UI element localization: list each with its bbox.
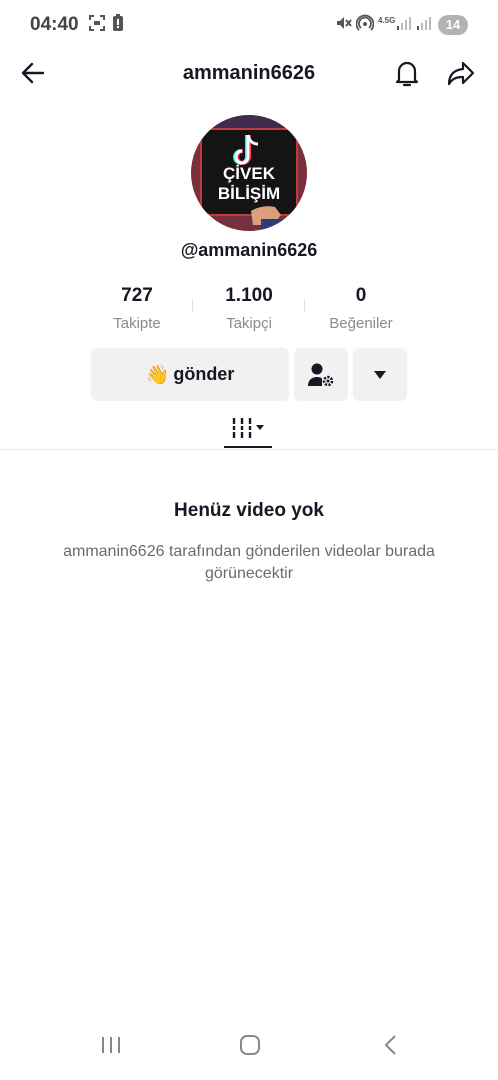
waving-hand-icon: 👋 xyxy=(145,364,170,386)
user-settings-icon xyxy=(308,363,334,386)
avatar[interactable]: ÇİVEK BİLİŞİM xyxy=(191,115,307,231)
battery-level: 14 xyxy=(438,15,468,35)
stat-following-label: Takipte xyxy=(113,315,161,332)
more-options-button[interactable] xyxy=(353,348,407,401)
tab-videos[interactable] xyxy=(224,410,272,446)
tab-divider xyxy=(0,449,498,450)
chevron-left-icon xyxy=(384,1035,396,1055)
bell-icon xyxy=(395,61,419,87)
recent-apps-icon xyxy=(102,1037,120,1053)
signal-icon-2 xyxy=(416,14,432,37)
screenshot-icon xyxy=(88,14,106,37)
caret-down-icon xyxy=(374,370,386,379)
status-time: 04:40 xyxy=(30,14,79,35)
stat-followers-value: 1.100 xyxy=(225,285,273,306)
battery-alert-icon xyxy=(112,14,124,37)
empty-state-title: Henüz video yok xyxy=(174,500,324,521)
system-back-button[interactable] xyxy=(370,1030,410,1060)
stat-likes-value: 0 xyxy=(355,285,367,306)
send-button-label: gönder xyxy=(173,364,235,384)
stat-followers[interactable]: 1.100 Takipçi xyxy=(194,285,304,332)
share-button[interactable] xyxy=(444,56,478,90)
hotspot-icon xyxy=(355,14,375,37)
avatar-image: ÇİVEK BİLİŞİM xyxy=(191,115,307,231)
recent-apps-button[interactable] xyxy=(91,1030,131,1060)
videos-grid-icon xyxy=(232,418,264,438)
status-bar: 04:40 4.5G 14 xyxy=(0,0,498,52)
profile-handle: @ammanin6626 xyxy=(180,240,318,260)
avatar-logo-text-1: ÇİVEK xyxy=(223,164,276,183)
home-button[interactable] xyxy=(230,1030,270,1060)
share-arrow-icon xyxy=(447,61,475,86)
send-button[interactable]: 👋 gönder xyxy=(91,348,289,401)
avatar-logo-text-2: BİLİŞİM xyxy=(218,184,280,203)
stat-following[interactable]: 727 Takipte xyxy=(82,285,192,332)
notification-button[interactable] xyxy=(390,56,424,90)
mute-icon xyxy=(335,14,353,37)
network-type: 4.5G xyxy=(378,16,396,25)
empty-state-description: ammanin6626 tarafından gönderilen videol… xyxy=(63,543,435,582)
system-nav-bar xyxy=(0,1020,498,1080)
stat-divider xyxy=(304,299,305,313)
stat-divider xyxy=(192,299,193,313)
stat-followers-label: Takipçi xyxy=(226,315,272,332)
profile-stats: 727 Takipte 1.100 Takipçi 0 Beğeniler xyxy=(82,285,416,335)
active-tab-indicator xyxy=(224,446,272,448)
stat-following-value: 727 xyxy=(121,285,153,306)
stat-likes[interactable]: 0 Beğeniler xyxy=(306,285,416,332)
stat-likes-label: Beğeniler xyxy=(329,315,393,332)
home-icon xyxy=(240,1035,260,1055)
profile-header: ammanin6626 xyxy=(0,52,498,96)
follow-settings-button[interactable] xyxy=(294,348,348,401)
signal-icon-1 xyxy=(396,14,412,37)
